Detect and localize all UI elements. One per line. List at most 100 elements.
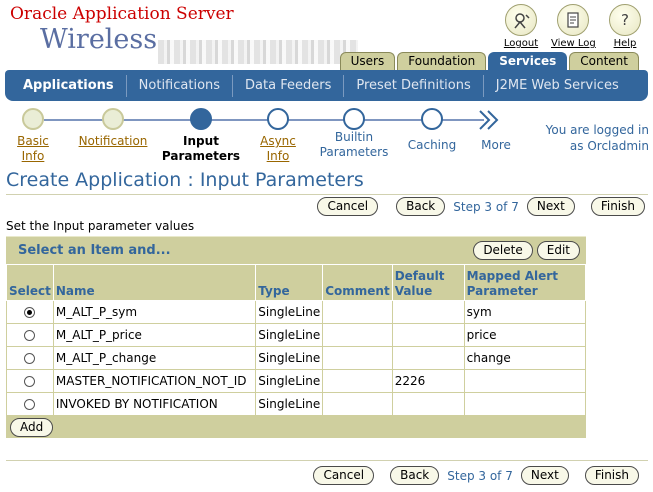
edit-button[interactable]: Edit [536,241,580,260]
row-type: SingleLine [255,346,324,370]
add-button[interactable]: Add [10,417,54,437]
row-select-radio[interactable] [24,376,36,387]
row-comment [322,300,393,324]
train-step-basic-info[interactable]: Basic Info [0,134,73,164]
instruction-text: Set the Input parameter values [6,219,195,233]
row-select-radio[interactable] [24,330,36,341]
row-mapped-parameter [463,392,587,416]
help-label: Help [613,38,637,49]
train-node-caching [421,108,443,130]
train-step-builtin-parameters: Builtin Parameters [319,130,389,159]
back-button-bottom[interactable]: Back [390,466,440,485]
row-default-value: 2226 [391,369,465,393]
logout-label: Logout [503,38,539,49]
row-default-value [391,346,465,370]
row-mapped-parameter: price [463,323,587,347]
row-select-radio[interactable] [24,307,36,318]
help-icon: ? [609,4,641,36]
secondary-nav-bar: Applications Notifications Data Feeders … [5,70,648,101]
train-node-input-parameters [190,108,212,130]
cancel-button[interactable]: Cancel [317,197,379,216]
row-comment [322,369,393,393]
row-comment [322,392,393,416]
col-type: Type [255,264,324,301]
table-control-bar: Select an Item and... Delete Edit [6,236,586,264]
tab-foundation[interactable]: Foundation [397,52,487,70]
nav-j2me-web-services[interactable]: J2ME Web Services [482,74,631,97]
more-steps-arrow-icon [479,110,499,130]
col-mapped-alert-parameter: Mapped Alert Parameter [463,264,587,301]
finish-button[interactable]: Finish [590,197,645,216]
step-indicator: Step 3 of 7 [453,199,519,214]
bottom-divider [6,460,648,461]
title-divider [6,194,648,195]
train-more-label: More [481,138,511,152]
table-row: M_ALT_P_change SingleLine change [6,346,587,370]
process-train: Basic Info Notification Input Parameters… [17,108,542,168]
train-step-notification[interactable]: Notification [73,134,153,149]
table-footer-bar: Add [6,416,586,438]
next-button[interactable]: Next [526,197,575,216]
input-parameters-table: Select an Item and... Delete Edit Select… [6,236,587,438]
col-select: Select [6,264,54,301]
nav-applications[interactable]: Applications [5,75,126,97]
login-status: You are logged in as Orcladmin [545,123,649,153]
delete-button[interactable]: Delete [473,241,533,260]
branding-background-graphic [158,40,358,64]
row-default-value [391,300,465,324]
train-step-async-info[interactable]: Async Info [238,134,318,164]
next-button-bottom[interactable]: Next [520,466,569,485]
row-mapped-parameter [463,369,587,393]
level1-tabs: Users Foundation Services Content [338,52,639,70]
row-type: SingleLine [255,300,324,324]
svg-text:?: ? [621,11,629,29]
logout-link[interactable]: Logout [499,4,543,49]
row-name: M_ALT_P_price [52,323,257,347]
row-name: M_ALT_P_sym [52,300,257,324]
top-navigation-buttons: Cancel Back Step 3 of 7 Next Finish [317,197,645,216]
row-select-radio[interactable] [24,353,36,364]
table-row: INVOKED BY NOTIFICATION SingleLine [6,392,587,416]
logout-icon [505,4,537,36]
col-name: Name [52,264,257,301]
step-indicator-bottom: Step 3 of 7 [447,468,513,483]
view-log-label: View Log [551,38,596,49]
tab-services[interactable]: Services [488,52,568,70]
nav-preset-definitions[interactable]: Preset Definitions [343,74,482,97]
bottom-navigation-buttons: Cancel Back Step 3 of 7 Next Finish [313,466,639,485]
table-row: M_ALT_P_sym SingleLine sym [6,300,587,324]
row-type: SingleLine [255,392,324,416]
row-default-value [391,323,465,347]
row-name: MASTER_NOTIFICATION_NOT_ID [52,369,257,393]
view-log-icon [557,4,589,36]
row-type: SingleLine [255,369,324,393]
cancel-button-bottom[interactable]: Cancel [313,466,375,485]
back-button[interactable]: Back [396,197,446,216]
brand-title: Oracle Application Server [10,4,234,24]
train-node-builtin-parameters [343,108,365,130]
nav-notifications[interactable]: Notifications [125,74,232,97]
table-row: M_ALT_P_price SingleLine price [6,323,587,347]
tab-content[interactable]: Content [569,52,639,70]
oracle-branding: Oracle Application Server Wireless [8,4,368,66]
finish-button-bottom[interactable]: Finish [584,466,639,485]
row-mapped-parameter: change [463,346,587,370]
page-title: Create Application : Input Parameters [6,169,364,191]
tab-users[interactable]: Users [339,52,396,70]
col-comment: Comment [322,264,393,301]
parameters-grid: Select Name Type Comment Default Value Ma… [6,264,587,416]
help-link[interactable]: ? Help [603,4,647,49]
nav-data-feeders[interactable]: Data Feeders [232,74,343,97]
row-comment [322,323,393,347]
train-node-notification[interactable] [102,108,124,130]
row-name: M_ALT_P_change [52,346,257,370]
train-step-input-parameters: Input Parameters [161,134,241,163]
table-title: Select an Item and... [18,243,171,258]
view-log-link[interactable]: View Log [551,4,596,49]
row-select-radio[interactable] [24,399,36,410]
row-comment [322,346,393,370]
train-node-async-info[interactable] [267,108,289,130]
col-default-value: Default Value [391,264,465,301]
row-name: INVOKED BY NOTIFICATION [52,392,257,416]
train-node-basic-info[interactable] [22,108,44,130]
